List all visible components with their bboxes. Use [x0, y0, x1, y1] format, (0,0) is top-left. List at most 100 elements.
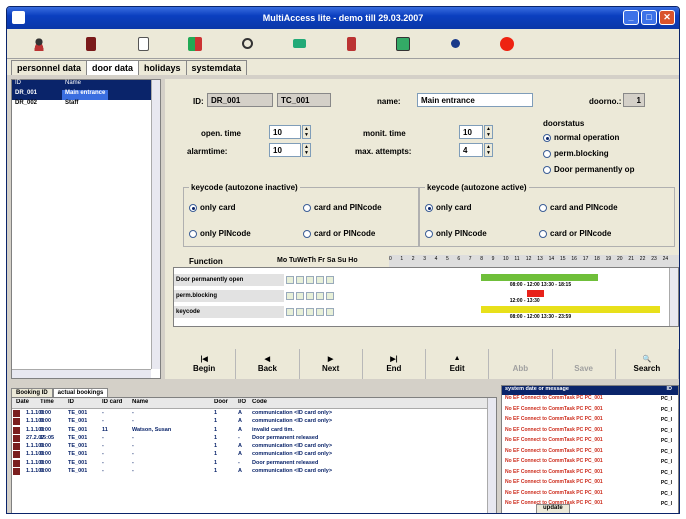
tc-field[interactable]: TC_001 [277, 93, 331, 107]
kc-inactive-card-or-pin[interactable]: card or PINcode [303, 229, 375, 238]
bookings-col-2[interactable]: ID [68, 399, 74, 405]
doorno-field[interactable]: 1 [623, 93, 645, 107]
door-row[interactable]: DR_002 Staff [12, 100, 160, 110]
table-row[interactable]: 1.1.100 0:00 TE_001- -1 Acommunication <ID c… [12, 450, 496, 459]
open-time-field[interactable]: 10 [269, 125, 301, 139]
day-checkbox[interactable] [286, 292, 294, 300]
bookings-col-5[interactable]: Door [214, 399, 228, 405]
open-time-spinner[interactable]: ▲ ▼ [302, 125, 311, 139]
col-name[interactable]: Name [62, 80, 81, 90]
tab-holidays[interactable]: holidays [138, 60, 187, 75]
toolbar-circle-button[interactable] [429, 31, 481, 57]
bookings-col-4[interactable]: Name [132, 399, 148, 405]
next-button[interactable]: ▶ Next [300, 349, 363, 379]
day-checkbox[interactable] [316, 308, 324, 316]
bookings-col-7[interactable]: Code [252, 399, 267, 405]
kc-active-card-and-pin[interactable]: card and PINcode [539, 203, 618, 212]
bookings-vscroll[interactable] [487, 398, 496, 513]
kc-inactive-only-card[interactable]: only card [189, 203, 236, 212]
max-attempts-field[interactable]: 4 [459, 143, 483, 157]
day-checkbox[interactable] [316, 292, 324, 300]
max-attempts-spinner[interactable]: ▲ ▼ [484, 143, 493, 157]
table-row[interactable]: 1.1.100 0:00 TE_001- -1 Acommunication <ID c… [12, 409, 496, 417]
toolbar-personnel-button[interactable] [13, 31, 65, 57]
edit-button[interactable]: ▲ Edit [426, 349, 490, 379]
monit-time-field[interactable]: 10 [459, 125, 483, 139]
toolbar-comment-button[interactable] [273, 31, 325, 57]
list-item[interactable]: No EF Connect to CommTask PC PC_001 PC_I [502, 500, 678, 511]
back-button[interactable]: ◀ Back [236, 349, 300, 379]
toolbar-key-search-button[interactable] [221, 31, 273, 57]
schedule-row-label[interactable]: perm.blocking [174, 290, 284, 302]
day-checkbox[interactable] [286, 308, 294, 316]
col-id[interactable]: ID [12, 80, 62, 90]
tab-systemdata[interactable]: systemdata [185, 60, 248, 75]
update-button[interactable]: update [536, 504, 570, 513]
kc-inactive-card-and-pin[interactable]: card and PINcode [303, 203, 382, 212]
day-checkbox[interactable] [306, 292, 314, 300]
day-checkbox[interactable] [306, 276, 314, 284]
name-field[interactable]: Main entrance [417, 93, 533, 107]
sysmsg-col-message[interactable]: system date or message [505, 386, 569, 392]
day-checkbox[interactable] [296, 308, 304, 316]
tab-actual-bookings[interactable]: actual bookings [52, 388, 109, 397]
list-item[interactable]: No EF Connect to CommTask PC PC_001 PC_I [502, 437, 678, 448]
bookings-col-0[interactable]: Date [16, 399, 29, 405]
toolbar-calculator-button[interactable] [377, 31, 429, 57]
schedule-row-label[interactable]: Door permanently open [174, 274, 284, 286]
close-button[interactable]: ✕ [659, 10, 675, 25]
monit-time-spinner[interactable]: ▲ ▼ [484, 125, 493, 139]
list-item[interactable]: No EF Connect to CommTask PC PC_001 PC_I [502, 458, 678, 469]
bookings-col-1[interactable]: Time [40, 399, 54, 405]
bookings-col-3[interactable]: ID card [102, 399, 122, 405]
day-checkbox[interactable] [296, 276, 304, 284]
day-checkbox[interactable] [326, 292, 334, 300]
bookings-col-6[interactable]: I/O [238, 399, 246, 405]
sysmsg-col-id[interactable]: ID [667, 386, 673, 392]
table-row[interactable]: 1.1.100 0:00 TE_001 11 Watson, Susan 1 Ainvali… [12, 426, 496, 434]
alarmtime-field[interactable]: 10 [269, 143, 301, 157]
save-button[interactable]: Save [553, 349, 616, 379]
list-item[interactable]: No EF Connect to CommTask PC PC_001 PC_I [502, 395, 678, 406]
list-item[interactable]: No EF Connect to CommTask PC PC_001 PC_I [502, 427, 678, 438]
kc-inactive-only-pin[interactable]: only PINcode [189, 229, 251, 238]
day-checkbox[interactable] [316, 276, 324, 284]
day-checkbox[interactable] [296, 292, 304, 300]
tab-booking-id[interactable]: Booking ID [11, 388, 53, 397]
day-checkbox[interactable] [286, 276, 294, 284]
list-item[interactable]: No EF Connect to CommTask PC PC_001 PC_I [502, 416, 678, 427]
list-item[interactable]: No EF Connect to CommTask PC PC_001 PC_I [502, 469, 678, 480]
table-row[interactable]: 1.1.100 0:00 TE_001- -1- Door permanent rele… [12, 459, 496, 467]
toolbar-stop-button[interactable] [481, 31, 533, 57]
kc-active-only-card[interactable]: only card [425, 203, 472, 212]
list-item[interactable]: No EF Connect to CommTask PC PC_001 PC_I [502, 406, 678, 417]
doorstatus-open-radio[interactable]: Door permanently op [543, 165, 634, 174]
begin-button[interactable]: |◀ Begin [173, 349, 237, 379]
doorstatus-blocking-radio[interactable]: perm.blocking [543, 149, 609, 158]
day-checkbox[interactable] [306, 308, 314, 316]
alarmtime-spinner[interactable]: ▲ ▼ [302, 143, 311, 157]
table-row[interactable]: 1.1.100 0:00 TE_001- -1 Acommunication <ID c… [12, 442, 496, 451]
search-button[interactable]: 🔍 Search [616, 349, 679, 379]
table-row[interactable]: 1.1.100 0:00 TE_001- -1 Acommunication <ID c… [12, 417, 496, 426]
kc-active-only-pin[interactable]: only PINcode [425, 229, 487, 238]
minimize-button[interactable]: _ [623, 10, 639, 25]
tab-personnel-data[interactable]: personnel data [11, 60, 88, 75]
toolbar-door-users-button[interactable] [169, 31, 221, 57]
schedule-vscroll[interactable] [669, 268, 678, 326]
toolbar-door-button[interactable] [325, 31, 377, 57]
day-checkbox[interactable] [326, 276, 334, 284]
door-list-vscroll[interactable] [151, 80, 160, 369]
list-item[interactable]: No EF Connect to CommTask PC PC_001 PC_I [502, 479, 678, 490]
doorstatus-normal-radio[interactable]: normal operation [543, 133, 619, 142]
toolbar-book-button[interactable] [65, 31, 117, 57]
abort-button[interactable]: Abb [489, 349, 553, 379]
maximize-button[interactable]: □ [641, 10, 657, 25]
id-field[interactable]: DR_001 [207, 93, 273, 107]
list-item[interactable]: No EF Connect to CommTask PC PC_001 PC_I [502, 490, 678, 501]
end-button[interactable]: ▶| End [363, 349, 426, 379]
tab-door-data[interactable]: door data [86, 60, 140, 75]
door-row[interactable]: DR_001 Main entrance [12, 90, 160, 100]
list-item[interactable]: No EF Connect to CommTask PC PC_001 PC_I [502, 448, 678, 459]
kc-active-card-or-pin[interactable]: card or PINcode [539, 229, 611, 238]
